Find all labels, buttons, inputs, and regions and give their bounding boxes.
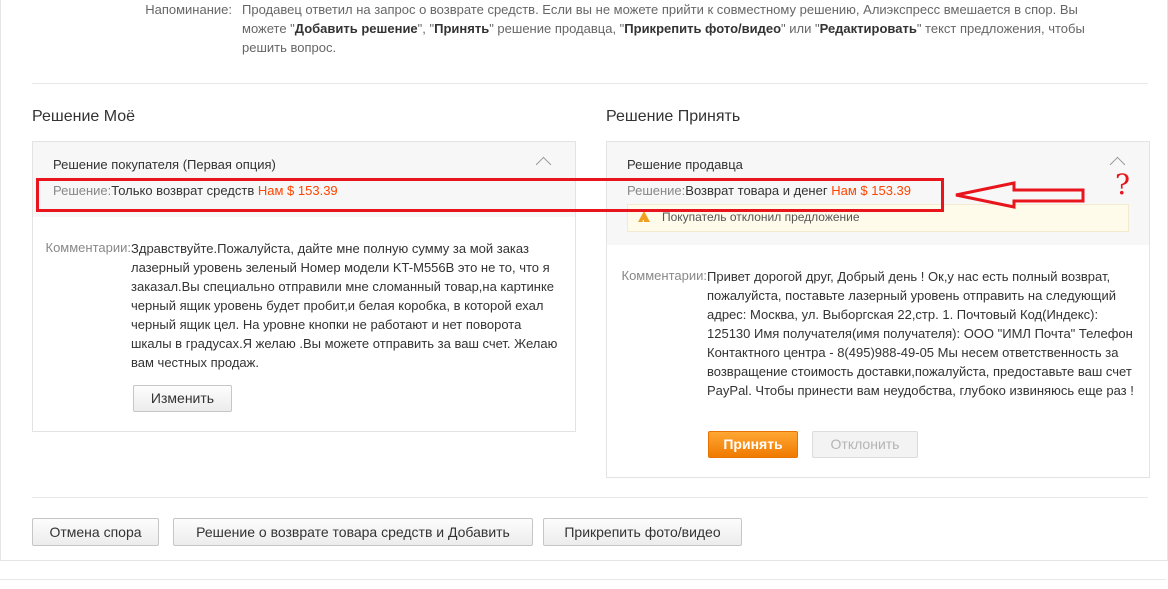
decline-button[interactable]: Отклонить xyxy=(812,431,918,458)
comment-label: Комментарии: xyxy=(621,268,708,283)
highlight-rectangle xyxy=(36,178,944,212)
attach-media-button[interactable]: Прикрепить фото/видео xyxy=(543,518,742,546)
arrow-left-icon xyxy=(955,181,1085,209)
buyer-comment: Здравствуйте.Пожалуйста, дайте мне полну… xyxy=(131,241,558,370)
divider xyxy=(0,579,1166,580)
edit-button[interactable]: Изменить xyxy=(133,385,232,412)
cancel-dispute-button[interactable]: Отмена спора xyxy=(32,518,159,546)
seller-solution-panel-title: Решение продавца xyxy=(627,157,743,172)
warning-icon: ! xyxy=(638,211,650,228)
seller-solution-title: Решение Принять xyxy=(606,108,741,125)
divider xyxy=(32,83,1148,84)
accept-button[interactable]: Принять xyxy=(708,431,798,458)
question-mark-annotation: ? xyxy=(1115,168,1131,201)
reminder-label: Напоминание: xyxy=(145,2,232,17)
seller-comment: Привет дорогой друг, Добрый день ! Ок,у … xyxy=(707,269,1134,398)
add-solution-button[interactable]: Решение о возврате товара средств и Доба… xyxy=(173,518,533,546)
my-solution-title: Решение Моё xyxy=(32,108,136,125)
buyer-solution-panel-title: Решение покупателя (Первая опция) xyxy=(53,157,276,172)
reminder-text: Продавец ответил на запрос о возврате ср… xyxy=(242,2,1085,55)
divider xyxy=(32,497,1148,498)
comment-label: Комментарии: xyxy=(45,240,132,255)
